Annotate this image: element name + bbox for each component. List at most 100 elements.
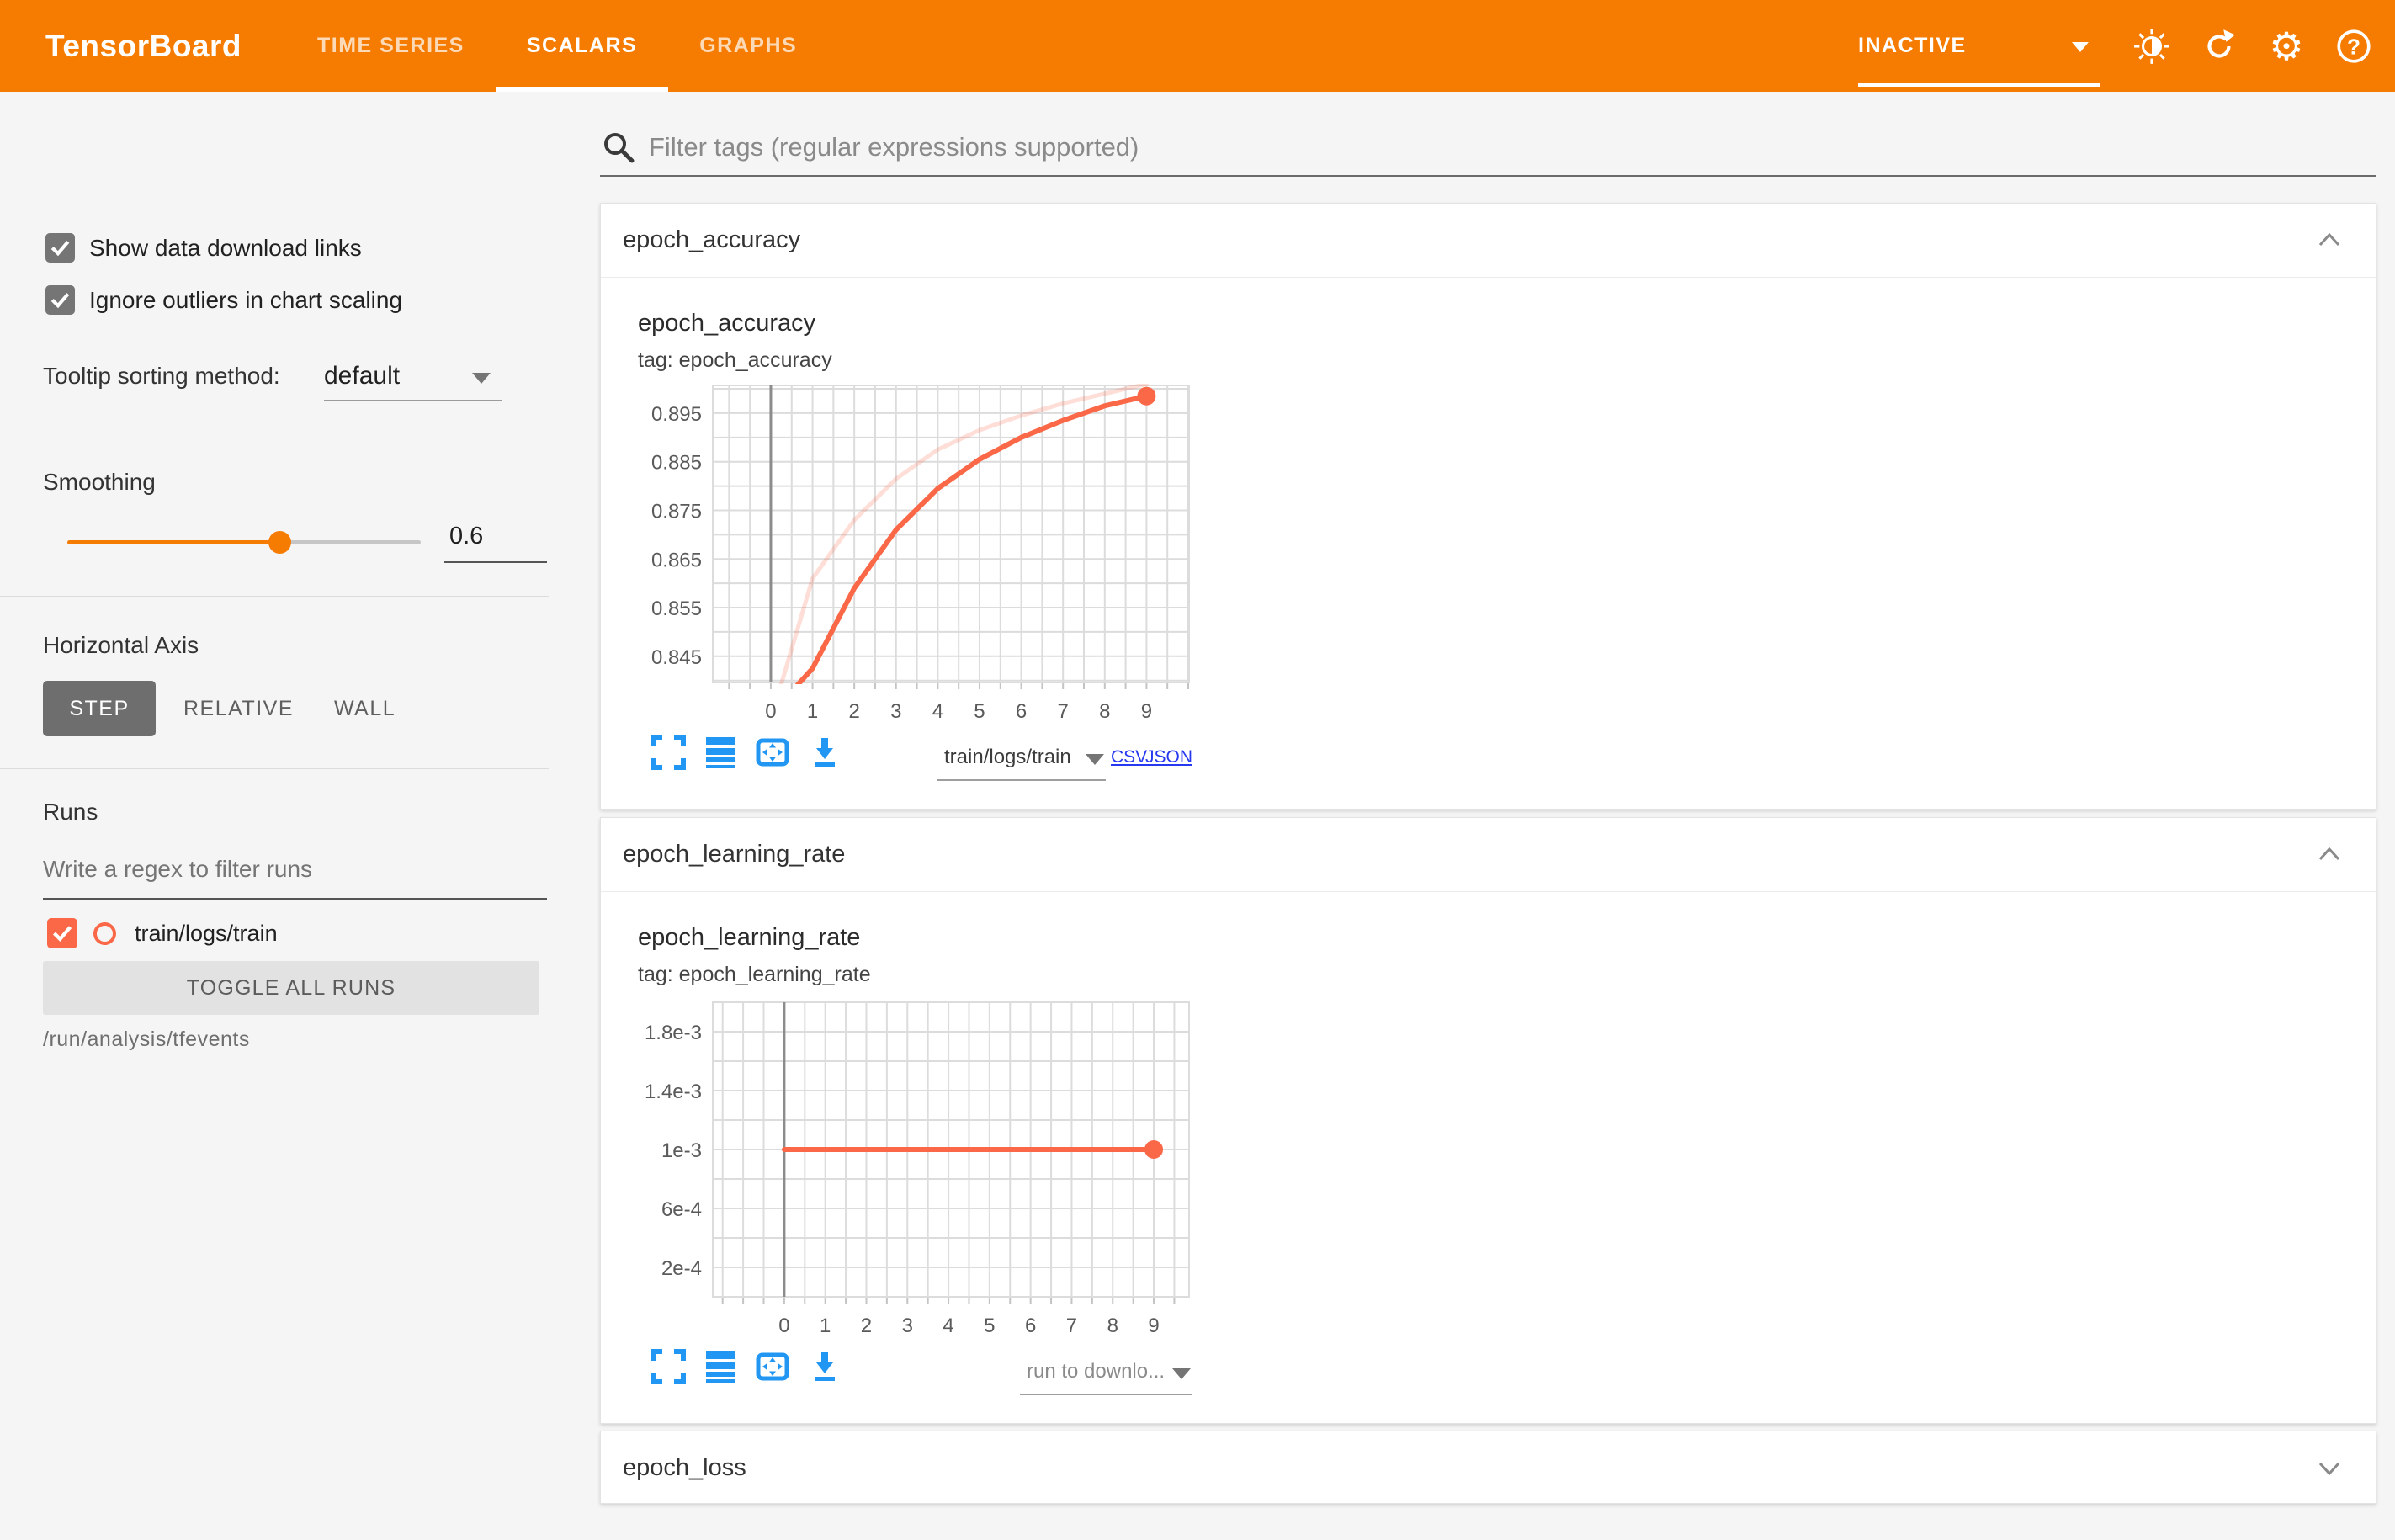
chart-title: epoch_accuracy [638, 310, 816, 337]
status-label: INACTIVE [1858, 34, 1967, 57]
tab-time-series[interactable]: TIME SERIES [286, 0, 496, 92]
download-icon[interactable] [806, 734, 843, 771]
svg-text:8: 8 [1107, 1314, 1118, 1335]
run-name: train/logs/train [135, 920, 278, 946]
fit-domain-icon[interactable] [754, 734, 791, 771]
svg-text:1.4e-3: 1.4e-3 [645, 1081, 702, 1103]
chart-tag: tag: epoch_learning_rate [638, 963, 871, 986]
smoothing-value-input[interactable]: 0.6 [444, 523, 547, 563]
axis-step-button[interactable]: STEP [43, 681, 156, 736]
download-run-dropdown[interactable]: run to downlo... [1020, 1357, 1192, 1395]
smoothing-slider[interactable] [67, 531, 421, 554]
main-content: Filter tags (regular expressions support… [568, 92, 2395, 1540]
section-header[interactable]: epoch_learning_rate [601, 818, 2376, 891]
learning-rate-line-chart[interactable]: 0 1 2 3 4 5 6 7 8 9 2e-4 6e-4 1e-3 1.4e-3 1.8e-3 [601, 994, 1207, 1335]
run-list-item: train/logs/train [47, 918, 278, 948]
divider [601, 277, 2376, 278]
ignore-outliers-row: Ignore outliers in chart scaling [45, 285, 402, 315]
checkbox-label: Show data download links [89, 234, 362, 261]
chevron-up-icon[interactable] [2317, 843, 2342, 865]
log-scale-icon[interactable] [702, 1348, 739, 1385]
svg-text:4: 4 [932, 700, 943, 722]
svg-text:1: 1 [807, 700, 818, 722]
section-header[interactable]: epoch_loss [601, 1431, 2376, 1505]
smoothing-label: Smoothing [43, 469, 156, 495]
svg-text:3: 3 [902, 1314, 913, 1335]
svg-text:2: 2 [861, 1314, 872, 1335]
tooltip-sorting-dropdown[interactable]: default [324, 358, 502, 401]
run-filter-input[interactable]: Write a regex to filter runs [43, 856, 312, 883]
svg-text:5: 5 [984, 1314, 995, 1335]
svg-text:6e-4: 6e-4 [661, 1198, 702, 1221]
section-title: epoch_accuracy [623, 226, 801, 253]
svg-text:9: 9 [1141, 700, 1152, 722]
chart-toolbar [650, 734, 843, 771]
checkbox-checked-icon[interactable] [45, 285, 75, 315]
app-title: TensorBoard [45, 29, 242, 63]
axis-relative-button[interactable]: RELATIVE [183, 681, 294, 736]
accuracy-line-chart[interactable]: 0 1 2 3 4 5 6 7 8 9 0.845 0.855 0.865 0.875 0.885 0.895 [601, 377, 1207, 722]
tab-graphs[interactable]: GRAPHS [668, 0, 828, 92]
svg-text:6: 6 [1025, 1314, 1036, 1335]
axis-wall-button[interactable]: WALL [334, 681, 396, 736]
help-icon[interactable]: ? [2334, 27, 2373, 66]
chevron-down-icon [1086, 754, 1104, 765]
divider [0, 596, 549, 597]
chart-toolbar [650, 1348, 843, 1385]
svg-text:8: 8 [1099, 700, 1110, 722]
log-scale-icon[interactable] [702, 734, 739, 771]
svg-text:2: 2 [848, 700, 859, 722]
chevron-up-icon[interactable] [2317, 229, 2342, 251]
tooltip-sorting-value: default [324, 362, 401, 390]
svg-text:0.855: 0.855 [651, 597, 702, 620]
fullscreen-icon[interactable] [650, 734, 687, 771]
svg-text:3: 3 [890, 700, 901, 722]
download-icon[interactable] [806, 1348, 843, 1385]
svg-text:5: 5 [974, 700, 985, 722]
horizontal-axis-label: Horizontal Axis [43, 632, 199, 658]
tooltip-sorting-label: Tooltip sorting method: [43, 363, 280, 389]
fit-domain-icon[interactable] [754, 1348, 791, 1385]
svg-text:6: 6 [1016, 700, 1027, 722]
smoothing-slider-thumb[interactable] [268, 531, 291, 554]
app-header: TensorBoard TIME SERIES SCALARS GRAPHS I… [0, 0, 2395, 92]
run-checkbox-checked-icon[interactable] [47, 918, 77, 948]
svg-text:0.865: 0.865 [651, 549, 702, 571]
runs-label: Runs [43, 799, 98, 825]
fullscreen-icon[interactable] [650, 1348, 687, 1385]
brightness-icon[interactable] [2132, 27, 2171, 66]
section-epoch-learning-rate: epoch_learning_rate epoch_learning_rate … [600, 817, 2376, 1424]
settings-sidebar: Show data download links Ignore outliers… [0, 92, 568, 1540]
filter-tags-input[interactable]: Filter tags (regular expressions support… [649, 132, 1139, 162]
svg-text:0.875: 0.875 [651, 500, 702, 523]
filter-tags-underline [600, 175, 2376, 177]
chevron-down-icon[interactable] [2317, 1457, 2342, 1479]
section-header[interactable]: epoch_accuracy [601, 204, 2376, 277]
section-title: epoch_learning_rate [623, 841, 846, 868]
csv-download-link[interactable]: CSV [1111, 747, 1147, 767]
search-icon [600, 129, 637, 166]
download-run-dropdown[interactable]: train/logs/train [937, 742, 1106, 781]
chevron-down-icon [1172, 1368, 1191, 1379]
divider [0, 768, 549, 769]
settings-gear-icon[interactable]: ⚙ [2267, 27, 2306, 66]
toggle-all-runs-button[interactable]: TOGGLE ALL RUNS [43, 961, 539, 1015]
checkbox-checked-icon[interactable] [45, 233, 75, 263]
download-run-value: train/logs/train [944, 746, 1071, 768]
show-download-links-row: Show data download links [45, 233, 362, 263]
chevron-down-icon [472, 373, 491, 384]
json-download-link[interactable]: JSON [1145, 747, 1192, 767]
chart-title: epoch_learning_rate [638, 924, 861, 951]
svg-text:0.845: 0.845 [651, 646, 702, 669]
download-run-placeholder: run to downlo... [1027, 1360, 1166, 1383]
tab-scalars[interactable]: SCALARS [495, 0, 669, 92]
nav-tabs: TIME SERIES SCALARS GRAPHS [286, 0, 828, 92]
status-dropdown[interactable]: INACTIVE [1858, 0, 2104, 92]
svg-text:1.8e-3: 1.8e-3 [645, 1022, 702, 1044]
refresh-icon[interactable] [2200, 27, 2238, 66]
svg-text:7: 7 [1058, 700, 1069, 722]
svg-text:0.895: 0.895 [651, 403, 702, 426]
log-directory-path: /run/analysis/tfevents [43, 1028, 250, 1051]
svg-text:4: 4 [943, 1314, 953, 1335]
svg-text:1: 1 [820, 1314, 831, 1335]
